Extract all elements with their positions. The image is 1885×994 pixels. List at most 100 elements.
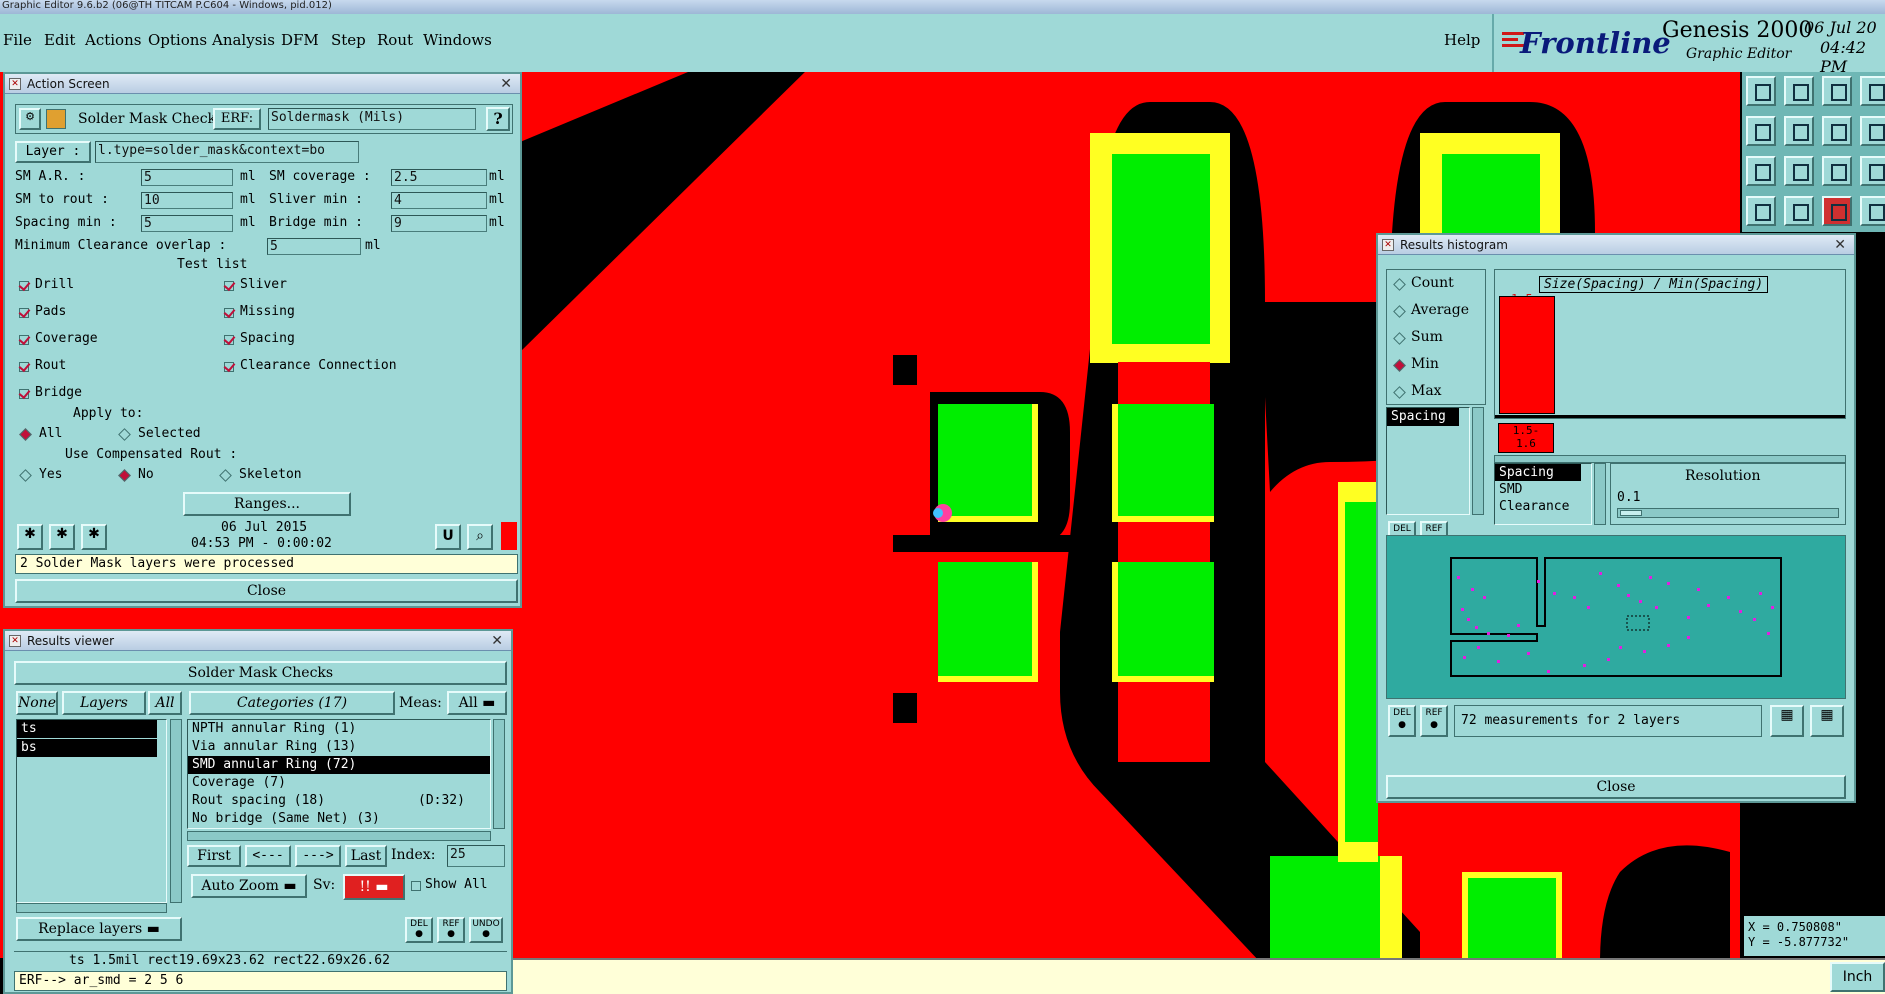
toolbar-button[interactable] (1746, 116, 1776, 146)
sliver-checkbox[interactable] (224, 281, 234, 291)
spacing-min-field[interactable]: 5 (141, 215, 233, 232)
apply-all-radio[interactable] (19, 428, 32, 441)
resolution-slider[interactable] (1617, 508, 1839, 518)
first-button[interactable]: First (187, 845, 241, 867)
results-viewer-titlebar[interactable]: ✕ Results viewer ✕ (5, 631, 511, 651)
toolbar-button[interactable] (1784, 76, 1814, 106)
list-item[interactable]: Spacing (1495, 464, 1581, 481)
pads-checkbox[interactable] (19, 308, 29, 318)
drill-checkbox[interactable] (19, 281, 29, 291)
layers-scrollbar[interactable] (170, 719, 182, 903)
sm-coverage-field[interactable]: 2.5 (391, 169, 487, 186)
action-icon[interactable]: ⚙ (19, 108, 41, 130)
layer-field[interactable]: l.type=solder_mask&context=bo (95, 141, 359, 163)
layer-button[interactable]: Layer : (15, 141, 91, 163)
grid-icon[interactable] (1784, 196, 1814, 226)
erf-button[interactable]: ERF: (213, 108, 261, 130)
list-item[interactable]: Via annular Ring (13) (188, 738, 490, 756)
list-item[interactable]: Spacing (1387, 408, 1459, 426)
list-item[interactable]: SMD annular Ring (72) (188, 756, 490, 774)
layers-button[interactable]: Layers (62, 691, 146, 715)
histogram-bar[interactable] (1499, 296, 1555, 414)
none-button[interactable]: None (16, 691, 58, 715)
zoom-area-icon[interactable]: ▦ (1810, 705, 1844, 737)
last-button[interactable]: Last (345, 845, 387, 867)
menu-dfm[interactable]: DFM (281, 31, 319, 49)
close-icon[interactable]: ✕ (1834, 235, 1846, 255)
menu-edit[interactable]: Edit (44, 31, 75, 49)
chart-hscrollbar[interactable] (1494, 455, 1846, 463)
delete-icon[interactable]: DEL● (1388, 705, 1416, 737)
type-list[interactable]: Spacing SMD Clearance (1494, 463, 1592, 525)
prev-button[interactable]: <--- (245, 845, 291, 867)
pan-icon[interactable] (1784, 156, 1814, 186)
type-scrollbar[interactable] (1594, 463, 1606, 525)
sm-ar-field[interactable]: 5 (141, 169, 233, 186)
categories-hscrollbar[interactable] (187, 831, 491, 841)
comp-yes-radio[interactable] (19, 469, 32, 482)
clearance-connection-checkbox[interactable] (224, 362, 234, 372)
list-item[interactable]: bs (17, 739, 157, 757)
categories-button[interactable]: Categories (17) (189, 691, 395, 715)
home-icon[interactable] (1822, 76, 1852, 106)
sum-radio[interactable] (1393, 332, 1406, 345)
help-button[interactable]: ? (486, 107, 510, 131)
rout-checkbox[interactable] (19, 362, 29, 372)
measure-scrollbar[interactable] (1472, 407, 1484, 515)
next-button[interactable]: ---> (295, 845, 341, 867)
missing-checkbox[interactable] (224, 308, 234, 318)
menu-file[interactable]: File (3, 31, 32, 49)
menu-windows[interactable]: Windows (423, 31, 492, 49)
show-all-checkbox[interactable] (411, 881, 421, 891)
close-icon[interactable]: ✕ (491, 631, 503, 651)
sv-dropdown[interactable]: !! ▬ (343, 874, 405, 900)
max-radio[interactable] (1393, 386, 1406, 399)
undo-icon[interactable]: UNDO ● (469, 917, 503, 943)
refresh-icon[interactable]: REF● (437, 917, 465, 943)
menu-step[interactable]: Step (331, 31, 366, 49)
comp-no-radio[interactable] (118, 469, 131, 482)
zoom-fit-icon[interactable] (1746, 156, 1776, 186)
toolbar-button[interactable] (1784, 116, 1814, 146)
sliver-min-field[interactable]: 4 (391, 192, 487, 209)
min-clearance-field[interactable]: 5 (267, 238, 361, 255)
menu-analysis[interactable]: Analysis (212, 31, 275, 49)
action-screen-titlebar[interactable]: ✕ Action Screen ✕ (5, 74, 520, 94)
close-button[interactable]: Close (15, 579, 518, 603)
measure-list[interactable]: Spacing (1386, 407, 1470, 515)
list-item[interactable]: No bridge (Same Net) (3) (188, 810, 490, 828)
erf-command-line[interactable]: ERF--> ar_smd = 2 5 6 (14, 971, 507, 991)
toolbar-button[interactable] (1822, 196, 1852, 226)
toolbar-button[interactable] (1860, 76, 1885, 106)
resolution-slider-handle[interactable] (1620, 510, 1642, 516)
min-radio[interactable] (1393, 359, 1406, 372)
refresh-icon[interactable]: REF● (1420, 705, 1448, 737)
categories-list[interactable]: NPTH annular Ring (1) Via annular Ring (… (187, 719, 491, 829)
toolbar-button[interactable] (1860, 156, 1885, 186)
toolbar-button[interactable] (1860, 196, 1885, 226)
delete-icon[interactable]: DEL● (405, 917, 433, 943)
zoom-icon[interactable]: ⌕ (467, 524, 493, 550)
menu-options[interactable]: Options (148, 31, 207, 49)
menu-actions[interactable]: Actions (85, 31, 141, 49)
run-selected-icon[interactable]: ✱ (49, 524, 75, 550)
list-item[interactable]: Rout spacing (18) (D:32) (188, 792, 490, 810)
index-field[interactable]: 25 (447, 845, 505, 867)
coverage-checkbox[interactable] (19, 335, 29, 345)
export-icon[interactable]: ▦ (1770, 705, 1804, 737)
toolbar-button[interactable] (1860, 116, 1885, 146)
list-item[interactable]: Clearance (1495, 498, 1591, 515)
menu-help[interactable]: Help (1444, 31, 1480, 49)
erf-field[interactable]: Soldermask (Mils) (268, 108, 476, 130)
units-button[interactable]: Inch (1830, 962, 1885, 992)
count-radio[interactable] (1393, 278, 1406, 291)
layers-hscrollbar[interactable] (16, 903, 167, 913)
average-radio[interactable] (1393, 305, 1406, 318)
run-all-icon[interactable]: ✱ (81, 524, 107, 550)
list-item[interactable]: Coverage (7) (188, 774, 490, 792)
sm-rout-field[interactable]: 10 (141, 192, 233, 209)
menu-rout[interactable]: Rout (377, 31, 413, 49)
list-item[interactable]: ts (17, 720, 157, 738)
bridge-min-field[interactable]: 9 (391, 215, 487, 232)
toolbar-button[interactable] (1822, 116, 1852, 146)
